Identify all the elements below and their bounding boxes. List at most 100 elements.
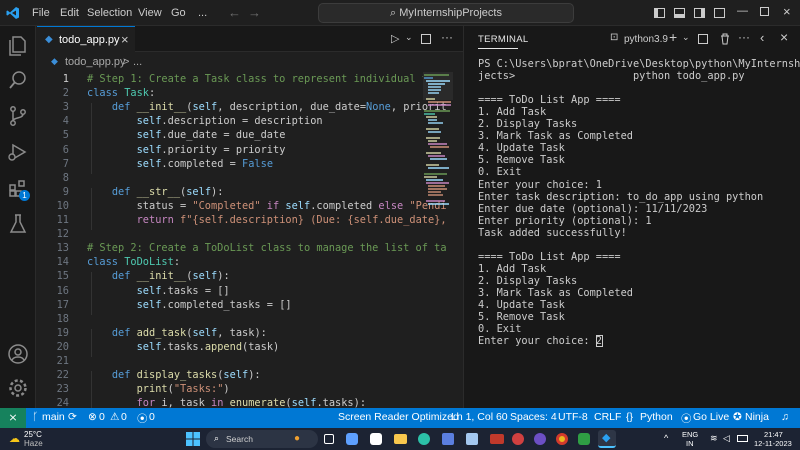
toggle-primary-sidebar-icon[interactable]: [654, 8, 665, 18]
status-warnings[interactable]: 0: [121, 411, 127, 423]
weather-icon[interactable]: ☁: [9, 432, 20, 445]
more-actions-icon[interactable]: ···: [738, 30, 750, 44]
terminal-shell-name[interactable]: python3.9: [624, 34, 668, 45]
app-icon-purple[interactable]: [534, 433, 546, 445]
source-control-icon[interactable]: [6, 104, 30, 128]
media-app-icon[interactable]: [490, 434, 504, 444]
menu-edit[interactable]: Edit: [60, 7, 79, 19]
run-dropdown-icon[interactable]: ⌄: [405, 32, 413, 43]
code-line[interactable]: self.description = description: [87, 115, 323, 127]
terminal-output[interactable]: PS C:\Users\bprat\OneDrive\Desktop\pytho…: [478, 58, 800, 408]
code-line[interactable]: self.completed = False: [87, 158, 273, 170]
menu-selection[interactable]: Selection: [87, 7, 132, 19]
code-line[interactable]: class ToDoList:: [87, 256, 180, 268]
volume-icon[interactable]: ◁: [723, 433, 730, 444]
battery-icon[interactable]: [737, 435, 748, 442]
code-line[interactable]: status = "Completed" if self.completed e…: [87, 200, 447, 212]
minimize-icon[interactable]: —: [737, 5, 748, 17]
app-icon-red[interactable]: [512, 433, 524, 445]
customize-layout-icon[interactable]: [714, 8, 725, 18]
code-line[interactable]: self.tasks.append(task): [87, 341, 280, 353]
weather-temp[interactable]: 25°C: [24, 430, 42, 439]
code-line[interactable]: for i, task in enumerate(self.tasks):: [87, 397, 366, 408]
command-center-search[interactable]: ⌕ MyInternshipProjects: [318, 3, 574, 23]
split-editor-icon[interactable]: [421, 34, 431, 44]
code-line[interactable]: def __init__(self):: [87, 270, 230, 282]
maximize-icon[interactable]: [760, 7, 769, 16]
teams-app-icon[interactable]: [370, 433, 382, 445]
settings-gear-icon[interactable]: [6, 376, 30, 400]
ninja-status[interactable]: Ninja: [745, 411, 769, 423]
code-line[interactable]: # Step 1: Create a Task class to represe…: [87, 73, 447, 85]
code-line[interactable]: self.completed_tasks = []: [87, 299, 292, 311]
code-line[interactable]: return f"{self.description} (Due: {self.…: [87, 214, 447, 226]
indentation[interactable]: Spaces: 4: [510, 411, 557, 423]
code-line[interactable]: def __init__(self, description, due_date…: [87, 101, 447, 113]
remote-indicator[interactable]: ⨯: [0, 408, 26, 428]
encoding[interactable]: UTF-8: [558, 411, 588, 423]
code-line[interactable]: def display_tasks(self):: [87, 369, 261, 381]
breadcrumb-rest[interactable]: ...: [133, 56, 142, 68]
widgets-app-icon[interactable]: [346, 433, 358, 445]
kill-terminal-icon[interactable]: [720, 33, 730, 45]
input-language-bottom[interactable]: IN: [686, 439, 694, 448]
code-line[interactable]: self.priority = priority: [87, 144, 286, 156]
arrow-right-icon[interactable]: →: [248, 5, 261, 20]
go-live-button[interactable]: Go Live: [693, 411, 729, 423]
new-terminal-dropdown-icon[interactable]: ⌄: [682, 32, 690, 43]
menu-more[interactable]: ...: [198, 7, 207, 19]
toggle-panel-icon[interactable]: [674, 8, 685, 18]
clock-date[interactable]: 12-11-2023: [754, 439, 792, 448]
status-ports[interactable]: 0: [149, 411, 155, 423]
code-line[interactable]: self.tasks = []: [87, 285, 230, 297]
explorer-icon[interactable]: [6, 34, 30, 58]
photos-app-icon[interactable]: [466, 433, 478, 445]
run-python-file-icon[interactable]: ▷: [391, 32, 399, 45]
close-window-icon[interactable]: ×: [783, 4, 791, 19]
app-icon-green[interactable]: [578, 433, 590, 445]
vscode-taskbar-icon[interactable]: ◆: [598, 430, 616, 448]
close-tab-icon[interactable]: ×: [121, 32, 129, 47]
end-of-line[interactable]: CRLF: [594, 411, 621, 423]
menu-file[interactable]: File: [32, 7, 50, 19]
status-branch[interactable]: main: [42, 411, 65, 423]
cursor-position[interactable]: Ln 1, Col 60: [451, 411, 508, 423]
input-language-top[interactable]: ENG: [682, 430, 698, 439]
account-icon[interactable]: [6, 342, 30, 366]
taskbar-search[interactable]: ⌕ Search ●: [206, 430, 318, 448]
show-hidden-icons-icon[interactable]: ^: [664, 433, 668, 443]
code-line[interactable]: def add_task(self, task):: [87, 327, 267, 339]
store-app-icon[interactable]: [442, 433, 454, 445]
more-actions-icon[interactable]: ···: [441, 30, 453, 44]
code-editor[interactable]: 1 # Step 1: Create a Task class to repres…: [37, 72, 463, 408]
code-line[interactable]: # Step 2: Create a ToDoList class to man…: [87, 242, 447, 254]
run-debug-icon[interactable]: [6, 140, 30, 164]
notifications-bell-icon[interactable]: ♫: [781, 411, 789, 423]
menu-go[interactable]: Go: [171, 7, 186, 19]
edge-browser-app-icon[interactable]: [418, 433, 430, 445]
file-explorer-app-icon[interactable]: [394, 434, 407, 444]
search-icon[interactable]: [6, 68, 30, 92]
new-terminal-icon[interactable]: +: [669, 29, 677, 45]
wifi-icon[interactable]: ≋: [710, 433, 718, 444]
chrome-browser-app-icon[interactable]: [556, 433, 568, 445]
code-line[interactable]: def __str__(self):: [87, 186, 224, 198]
tab-terminal[interactable]: TERMINAL: [478, 34, 528, 45]
testing-icon[interactable]: [6, 212, 30, 236]
code-line[interactable]: print("Tasks:"): [87, 383, 230, 395]
minimap[interactable]: [423, 72, 453, 408]
language-mode[interactable]: Python: [640, 411, 673, 423]
windows-start-icon[interactable]: [186, 432, 200, 446]
code-line[interactable]: self.due_date = due_date: [87, 129, 286, 141]
menu-view[interactable]: View: [138, 7, 162, 19]
breadcrumb-file[interactable]: todo_app.py: [65, 56, 126, 68]
close-panel-icon[interactable]: ×: [780, 29, 788, 45]
sync-icon[interactable]: ⟳: [68, 411, 77, 423]
screen-reader-status[interactable]: Screen Reader Optimized: [338, 411, 459, 423]
tab-todo-app-py[interactable]: ◆ todo_app.py ×: [37, 26, 135, 52]
task-view-icon[interactable]: [324, 434, 334, 444]
clock-time[interactable]: 21:47: [764, 430, 783, 439]
toggle-secondary-sidebar-icon[interactable]: [694, 8, 705, 18]
code-line[interactable]: class Task:: [87, 87, 155, 99]
split-terminal-icon[interactable]: [698, 34, 708, 44]
